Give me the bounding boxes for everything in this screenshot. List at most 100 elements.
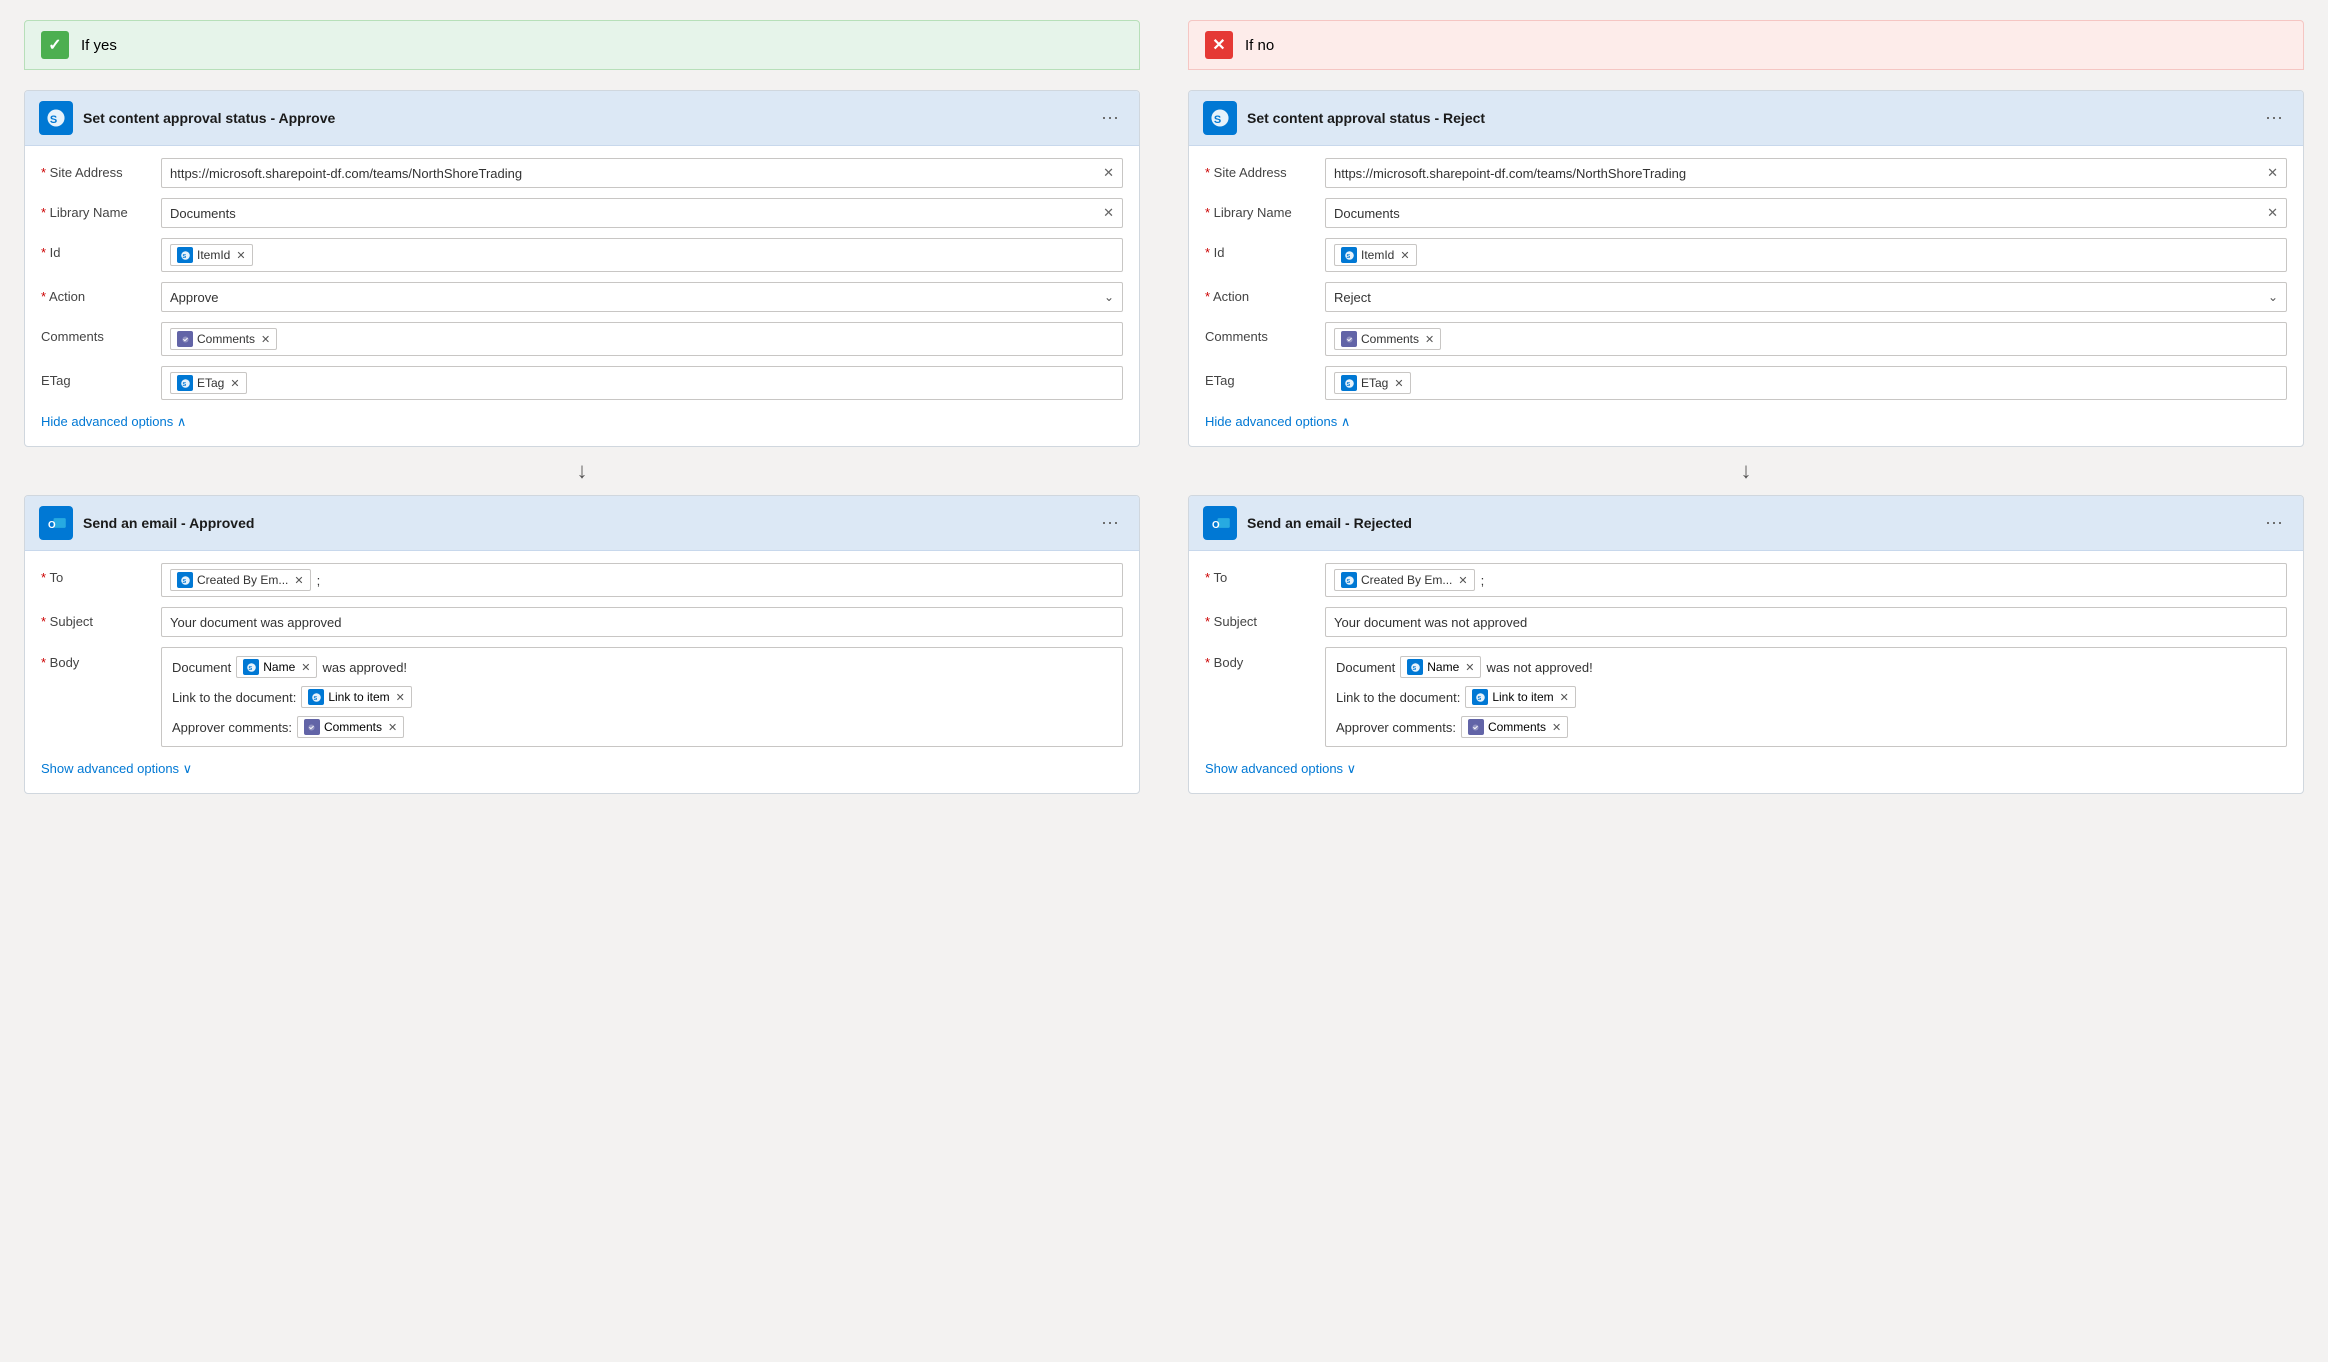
token-icon: S (1341, 247, 1357, 263)
body-content[interactable]: Document S Name ✕ was not approved! Link … (1325, 647, 2287, 747)
field-input[interactable]: Your document was approved (161, 607, 1123, 637)
card-title: Send an email - Approved (83, 515, 1087, 531)
field-value: Your document was approved (170, 615, 342, 630)
token-icon: S (1341, 375, 1357, 391)
token: S Created By Em... ✕ (170, 569, 311, 591)
card-title: Set content approval status - Approve (83, 110, 1087, 126)
card-menu-button[interactable]: ⋯ (1097, 513, 1125, 534)
token-remove[interactable]: ✕ (1465, 661, 1474, 674)
token: S Link to item ✕ (301, 686, 412, 708)
field-label: Library Name (41, 198, 151, 220)
field-input[interactable]: Documents ✕ (1325, 198, 2287, 228)
card-menu-button[interactable]: ⋯ (2261, 108, 2289, 129)
token: S ItemId ✕ (170, 244, 253, 266)
field-row: ETag S ETag ✕ (41, 366, 1123, 400)
card-icon: S (1203, 101, 1237, 135)
token-icon: S (177, 247, 193, 263)
clear-button[interactable]: ✕ (1103, 165, 1114, 181)
field-label: Id (1205, 238, 1315, 260)
card-menu-button[interactable]: ⋯ (1097, 108, 1125, 129)
token-remove[interactable]: ✕ (1425, 333, 1434, 346)
field-input[interactable]: Comments ✕ (161, 322, 1123, 356)
token-remove[interactable]: ✕ (396, 691, 405, 704)
field-input[interactable]: Documents ✕ (161, 198, 1123, 228)
token-remove[interactable]: ✕ (1400, 249, 1409, 262)
field-label: Id (41, 238, 151, 260)
branch-header: ✓ If yes (24, 20, 1140, 70)
field-input[interactable]: Comments ✕ (1325, 322, 2287, 356)
token-remove[interactable]: ✕ (230, 377, 239, 390)
field-row: Subject Your document was not approved (1205, 607, 2287, 637)
field-label: Library Name (1205, 198, 1315, 220)
body-line: Link to the document: S Link to item ✕ (172, 686, 1112, 708)
token-label: Created By Em... (197, 573, 288, 587)
field-label: Site Address (41, 158, 151, 180)
branch-header-icon: ✕ (1205, 31, 1233, 59)
clear-button[interactable]: ✕ (2267, 165, 2278, 181)
field-value: https://microsoft.sharepoint-df.com/team… (1334, 166, 2261, 181)
field-input[interactable]: S Created By Em... ✕ ; (161, 563, 1123, 597)
token-remove[interactable]: ✕ (236, 249, 245, 262)
token-remove[interactable]: ✕ (294, 574, 303, 587)
token-remove[interactable]: ✕ (1394, 377, 1403, 390)
body-text: Document (1336, 660, 1395, 675)
field-input[interactable]: Your document was not approved (1325, 607, 2287, 637)
body-line: Document S Name ✕ was not approved! (1336, 656, 2276, 678)
svg-text:S: S (313, 695, 317, 701)
body-line: Approver comments: Comments ✕ (172, 716, 1112, 738)
token-remove[interactable]: ✕ (388, 721, 397, 734)
chevron-down-icon: ⌄ (1104, 290, 1114, 304)
token-icon: S (1472, 689, 1488, 705)
field-input[interactable]: S ItemId ✕ (1325, 238, 2287, 272)
field-row: Site Address https://microsoft.sharepoin… (1205, 158, 2287, 188)
field-label: Subject (41, 607, 151, 629)
token-label: ETag (197, 376, 224, 390)
chevron-down-icon: ⌄ (2268, 290, 2278, 304)
branch-label: If yes (81, 37, 117, 54)
token-icon: S (177, 375, 193, 391)
token-icon (1341, 331, 1357, 347)
advanced-options-link[interactable]: Hide advanced options ∧ (41, 414, 186, 430)
card-body: To S Created By Em... ✕ ; Subject Your d… (1189, 551, 2303, 793)
field-row: Id S ItemId ✕ (1205, 238, 2287, 272)
card-icon: O (39, 506, 73, 540)
field-input[interactable]: https://microsoft.sharepoint-df.com/team… (161, 158, 1123, 188)
body-content[interactable]: Document S Name ✕ was approved! Link to t… (161, 647, 1123, 747)
clear-button[interactable]: ✕ (1103, 205, 1114, 221)
body-line: Link to the document: S Link to item ✕ (1336, 686, 2276, 708)
token-remove[interactable]: ✕ (301, 661, 310, 674)
field-input[interactable]: S ItemId ✕ (161, 238, 1123, 272)
token-icon: S (177, 572, 193, 588)
field-label: ETag (1205, 366, 1315, 388)
field-dropdown[interactable]: Reject ⌄ (1325, 282, 2287, 312)
token-label: Comments (324, 720, 382, 734)
token-remove[interactable]: ✕ (1458, 574, 1467, 587)
card-title: Send an email - Rejected (1247, 515, 2251, 531)
token: Comments ✕ (1461, 716, 1568, 738)
body-text: Approver comments: (1336, 720, 1456, 735)
field-input[interactable]: S ETag ✕ (161, 366, 1123, 400)
dropdown-value: Reject (1334, 290, 1371, 305)
token-icon (1468, 719, 1484, 735)
token-remove[interactable]: ✕ (1552, 721, 1561, 734)
token-remove[interactable]: ✕ (261, 333, 270, 346)
field-dropdown[interactable]: Approve ⌄ (161, 282, 1123, 312)
field-input[interactable]: S ETag ✕ (1325, 366, 2287, 400)
action-card: O Send an email - Approved ⋯ To S Create… (24, 495, 1140, 794)
token: Comments ✕ (297, 716, 404, 738)
token-label: Created By Em... (1361, 573, 1452, 587)
card-header: O Send an email - Rejected ⋯ (1189, 496, 2303, 551)
card-body: Site Address https://microsoft.sharepoin… (1189, 146, 2303, 446)
body-line: Document S Name ✕ was approved! (172, 656, 1112, 678)
clear-button[interactable]: ✕ (2267, 205, 2278, 221)
token: S Name ✕ (1400, 656, 1481, 678)
advanced-options-link[interactable]: Hide advanced options ∧ (1205, 414, 1350, 430)
field-input[interactable]: https://microsoft.sharepoint-df.com/team… (1325, 158, 2287, 188)
field-input[interactable]: S Created By Em... ✕ ; (1325, 563, 2287, 597)
advanced-options-link[interactable]: Show advanced options ∨ (41, 761, 192, 777)
card-menu-button[interactable]: ⋯ (2261, 513, 2289, 534)
token-remove[interactable]: ✕ (1560, 691, 1569, 704)
field-row: Action Reject ⌄ (1205, 282, 2287, 312)
advanced-options-link[interactable]: Show advanced options ∨ (1205, 761, 1356, 777)
card-icon: S (39, 101, 73, 135)
